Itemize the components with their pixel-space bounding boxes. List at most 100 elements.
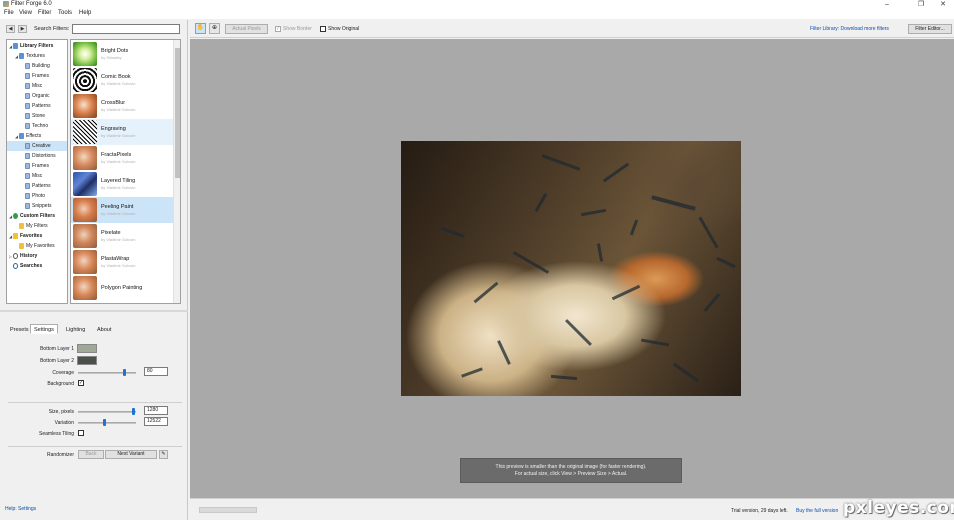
- size-input[interactable]: 1280: [144, 406, 168, 415]
- page-icon: [25, 193, 30, 199]
- tree-item[interactable]: Organic: [7, 91, 67, 101]
- help-settings-link[interactable]: Help: Settings: [5, 506, 36, 512]
- tree-item[interactable]: Techno: [7, 121, 67, 131]
- tree-item[interactable]: Patterns: [7, 181, 67, 191]
- menu-file[interactable]: File: [4, 10, 14, 16]
- preview-image[interactable]: [401, 141, 741, 396]
- tree-item[interactable]: Stone: [7, 111, 67, 121]
- paint-crack: [703, 293, 721, 312]
- paint-crack: [672, 362, 700, 383]
- variation-slider-track[interactable]: [78, 422, 136, 424]
- panel-splitter[interactable]: [0, 310, 188, 312]
- actual-pixels-button[interactable]: Actual Pixels: [225, 24, 268, 34]
- paint-crack: [640, 338, 670, 347]
- bottom-layer-2-swatch[interactable]: [77, 356, 97, 365]
- filter-list-item[interactable]: Polygon Painting: [71, 275, 173, 301]
- page-icon: [25, 83, 30, 89]
- back-arrow-icon[interactable]: ◀: [6, 25, 15, 33]
- filter-list[interactable]: Bright Dots by Skinafey Comic Book by Vladi…: [70, 39, 181, 304]
- paint-crack: [651, 195, 696, 211]
- menu-view[interactable]: View: [19, 10, 32, 16]
- filter-list-item[interactable]: CrossBlur by Vladimir Golovin: [71, 93, 173, 119]
- randomizer-options-icon[interactable]: ✎: [159, 450, 168, 459]
- tree-item[interactable]: Misc: [7, 171, 67, 181]
- randomizer-back-button[interactable]: Back: [78, 450, 104, 459]
- filter-list-item[interactable]: Comic Book by Vladimir Golovin: [71, 67, 173, 93]
- left-panel: ◀ ▶ Search Filters: ◢ Library Filters ◢ Tex…: [0, 20, 188, 520]
- size-slider-track[interactable]: [78, 411, 136, 413]
- zoom-tool-icon[interactable]: ⊕: [209, 23, 220, 34]
- tree-item[interactable]: Frames: [7, 161, 67, 171]
- tree-item[interactable]: Snippets: [7, 201, 67, 211]
- tree-item[interactable]: Creative: [7, 141, 67, 151]
- seamless-tiling-label: Seamless Tiling: [38, 431, 74, 437]
- filter-library-link[interactable]: Filter Library: Download more filters: [810, 26, 889, 32]
- tree-item-label: Distortions: [32, 153, 56, 159]
- tree-item[interactable]: Frames: [7, 71, 67, 81]
- filter-list-item[interactable]: Layered Tiling by Vladimir Golovin: [71, 171, 173, 197]
- filter-item-text: Layered Tiling by Vladimir Golovin: [101, 178, 135, 190]
- tree-item[interactable]: Building: [7, 61, 67, 71]
- tree-item[interactable]: ▷ History: [7, 251, 67, 261]
- next-variant-button[interactable]: Next Variant: [105, 450, 157, 459]
- size-slider-thumb[interactable]: [131, 408, 135, 415]
- filter-list-scrollbar[interactable]: [173, 40, 180, 303]
- maximize-button[interactable]: ❐: [910, 0, 932, 9]
- preview-canvas[interactable]: This preview is smaller than the origina…: [190, 39, 954, 498]
- divider: [8, 402, 182, 403]
- filter-editor-button[interactable]: Filter Editor...: [908, 24, 952, 34]
- tree-item-label: My Filters: [26, 223, 48, 229]
- filter-thumbnail: [73, 250, 97, 274]
- minimize-button[interactable]: –: [876, 0, 898, 9]
- paint-crack: [497, 340, 511, 365]
- seamless-tiling-checkbox[interactable]: [78, 430, 84, 436]
- tree-item[interactable]: Patterns: [7, 101, 67, 111]
- tree-item-label: Stone: [32, 113, 46, 119]
- page-icon: [25, 113, 30, 119]
- tree-item[interactable]: Photo: [7, 191, 67, 201]
- render-progress-bar: [199, 507, 257, 513]
- filter-thumbnail: [73, 68, 97, 92]
- title-bar: Filter Forge 6.0 – ❐ ✕: [0, 0, 954, 9]
- filter-author: by Vladimir Golovin: [101, 263, 136, 268]
- variation-input[interactable]: 12522: [144, 417, 168, 426]
- hand-tool-icon[interactable]: ✋: [195, 23, 206, 34]
- filter-category-tree[interactable]: ◢ Library Filters ◢ Textures Building Frames M…: [6, 39, 68, 304]
- coverage-slider-thumb[interactable]: [122, 369, 126, 376]
- show-border-checkbox[interactable]: ✓: [275, 26, 281, 32]
- filter-item-text: Bright Dots by Skinafey: [101, 48, 128, 60]
- tree-item[interactable]: ◢ Library Filters: [7, 41, 67, 51]
- bottom-layer-1-swatch[interactable]: [77, 344, 97, 353]
- tree-item[interactable]: My Filters: [7, 221, 67, 231]
- buy-full-version-link[interactable]: Buy the full version: [796, 508, 838, 514]
- filter-list-item[interactable]: Engraving by Vladimir Golovin: [71, 119, 173, 145]
- filter-list-item[interactable]: Bright Dots by Skinafey: [71, 41, 173, 67]
- tree-item[interactable]: ◢ Textures: [7, 51, 67, 61]
- filter-list-item[interactable]: Peeling Paint by Vladimir Golovin: [71, 197, 173, 223]
- tree-item[interactable]: ◢ Effects: [7, 131, 67, 141]
- search-input[interactable]: [72, 24, 180, 34]
- filter-list-scroll-thumb[interactable]: [175, 48, 180, 178]
- show-original-checkbox[interactable]: [320, 26, 326, 32]
- tree-item[interactable]: My Favorites: [7, 241, 67, 251]
- menu-filter[interactable]: Filter: [38, 10, 51, 16]
- star-icon: [13, 233, 18, 239]
- filter-list-item[interactable]: PlastaWrap by Vladimir Golovin: [71, 249, 173, 275]
- tree-item[interactable]: Searches: [7, 261, 67, 271]
- tree-item[interactable]: Distortions: [7, 151, 67, 161]
- filter-list-item[interactable]: Pixelate by Vladimir Golovin: [71, 223, 173, 249]
- background-checkbox[interactable]: ✓: [78, 380, 84, 386]
- menu-tools[interactable]: Tools: [58, 10, 72, 16]
- coverage-slider-track[interactable]: [78, 372, 136, 374]
- bottom-layer-1-label: Bottom Layer 1: [40, 346, 74, 352]
- tree-item[interactable]: Misc: [7, 81, 67, 91]
- tree-item[interactable]: ◢ Custom Filters: [7, 211, 67, 221]
- coverage-input[interactable]: 80: [144, 367, 168, 376]
- tree-item[interactable]: ◢ Favorites: [7, 231, 67, 241]
- close-button[interactable]: ✕: [932, 0, 954, 9]
- app-logo-icon: [3, 1, 9, 7]
- forward-arrow-icon[interactable]: ▶: [18, 25, 27, 33]
- variation-slider-thumb[interactable]: [102, 419, 106, 426]
- menu-help[interactable]: Help: [79, 10, 91, 16]
- filter-list-item[interactable]: FractaPixels by Vladimir Golovin: [71, 145, 173, 171]
